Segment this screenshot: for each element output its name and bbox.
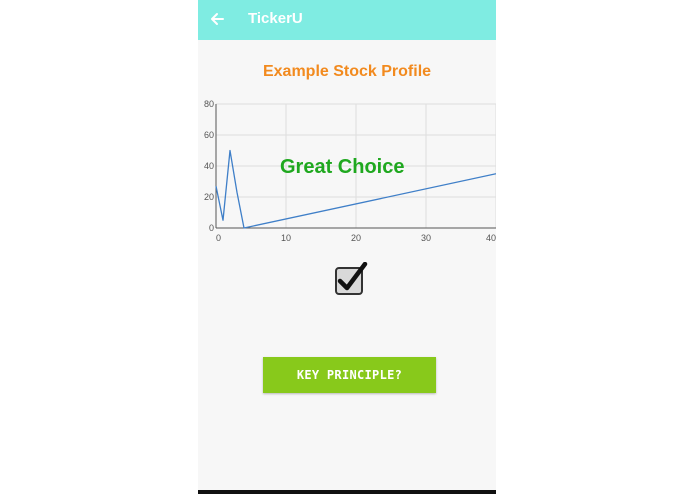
app-title: TickerU <box>248 10 303 27</box>
y-tick-label-1: 20 <box>204 192 214 202</box>
x-tick-label-1: 10 <box>281 233 291 243</box>
y-tick-label-4: 80 <box>204 99 214 109</box>
x-tick-label-2: 20 <box>351 233 361 243</box>
confirm-checkbox[interactable] <box>334 261 368 296</box>
y-tick-label-2: 40 <box>204 161 214 171</box>
x-tick-label-3: 30 <box>421 233 431 243</box>
y-tick-label-3: 60 <box>204 130 214 140</box>
arrow-left-icon[interactable] <box>208 10 226 28</box>
verdict-label: Great Choice <box>280 156 405 178</box>
key-principle-button[interactable]: KEY PRINCIPLE? <box>263 357 436 393</box>
nav-bar-edge <box>198 490 496 494</box>
y-tick-label-0: 0 <box>209 223 214 233</box>
page-title: Example Stock Profile <box>262 63 432 80</box>
app-bar: TickerU <box>198 0 496 40</box>
app-screen: TickerU Example Stock Profile 0 20 40 60 80 0… <box>198 0 496 494</box>
x-tick-label-4: 40 <box>486 233 496 243</box>
x-tick-label-0: 0 <box>216 233 221 243</box>
